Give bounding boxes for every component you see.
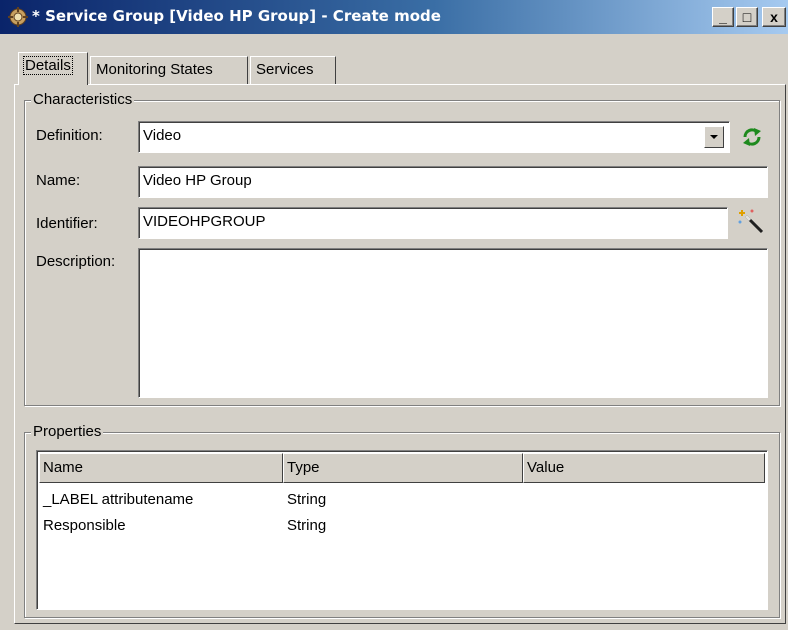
tab-services-label: Services <box>256 61 314 78</box>
properties-legend: Properties <box>31 423 104 441</box>
service-group-icon <box>8 7 28 27</box>
minimize-icon: _ <box>719 9 727 25</box>
maximize-button[interactable]: □ <box>736 7 758 27</box>
column-header-value[interactable]: Value <box>523 453 765 483</box>
refresh-icon[interactable] <box>740 126 764 148</box>
tab-monitoring-states[interactable]: Monitoring States <box>90 56 248 84</box>
close-icon: x <box>770 9 778 25</box>
minimize-button[interactable]: _ <box>712 7 734 27</box>
maximize-icon: □ <box>742 9 752 25</box>
definition-select[interactable]: Video <box>138 121 730 153</box>
tab-monitoring-states-label: Monitoring States <box>96 61 213 78</box>
column-header-name[interactable]: Name <box>39 453 283 483</box>
name-value: Video HP Group <box>143 172 252 189</box>
row-name-cell: _LABEL attributename <box>43 491 194 508</box>
identifier-field[interactable]: VIDEOHPGROUP <box>138 207 728 239</box>
identifier-value: VIDEOHPGROUP <box>143 213 266 230</box>
tab-details[interactable]: Details <box>18 52 88 85</box>
properties-table[interactable]: Name Type Value _LABEL attributename Str… <box>36 450 768 610</box>
description-label: Description: <box>36 253 116 270</box>
close-button[interactable]: x <box>762 7 786 27</box>
table-row[interactable]: _LABEL attributename String <box>39 489 765 513</box>
tab-services[interactable]: Services <box>250 56 336 84</box>
tab-details-label: Details <box>23 56 73 75</box>
table-row[interactable]: Responsible String <box>39 515 765 539</box>
column-header-value-label: Value <box>527 459 565 476</box>
name-label: Name: <box>36 172 81 189</box>
service-group-window: * Service Group [Video HP Group] - Creat… <box>0 0 788 630</box>
row-type-cell: String <box>287 517 327 534</box>
row-name-cell: Responsible <box>43 517 126 534</box>
identifier-label: Identifier: <box>36 215 98 232</box>
name-field[interactable]: Video HP Group <box>138 166 768 198</box>
definition-value: Video <box>143 127 182 144</box>
definition-label: Definition: <box>36 127 103 144</box>
description-field[interactable] <box>138 248 768 398</box>
row-type-cell: String <box>287 491 327 508</box>
column-header-type-label: Type <box>287 459 320 476</box>
characteristics-legend: Characteristics <box>31 91 135 109</box>
column-header-name-label: Name <box>43 459 84 476</box>
window-title: * Service Group [Video HP Group] - Creat… <box>32 7 441 25</box>
magic-wand-icon[interactable] <box>738 208 766 236</box>
chevron-down-icon <box>710 135 718 139</box>
title-bar[interactable]: * Service Group [Video HP Group] - Creat… <box>0 0 788 34</box>
column-header-type[interactable]: Type <box>283 453 523 483</box>
definition-dropdown-button[interactable] <box>704 126 724 148</box>
